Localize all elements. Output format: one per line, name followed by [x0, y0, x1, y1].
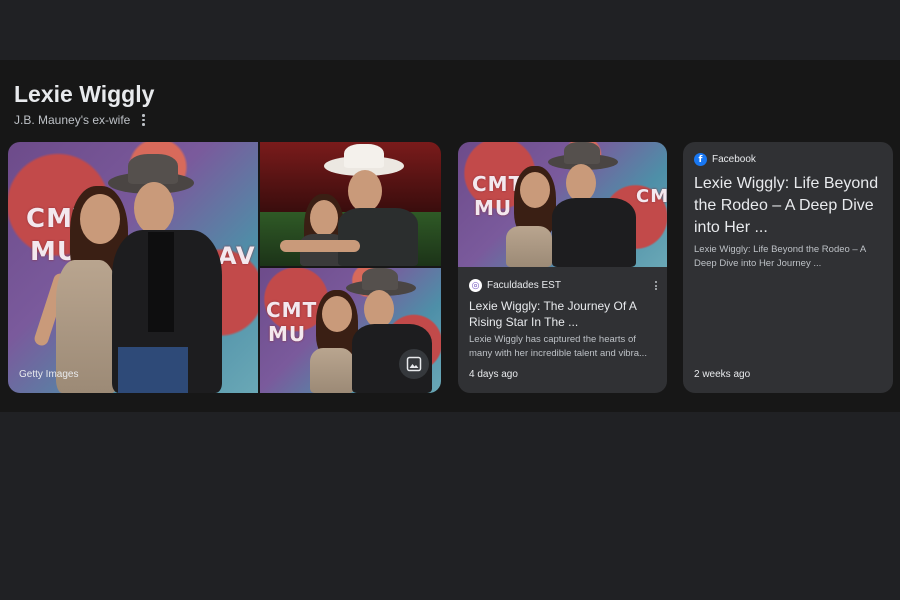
article-age: 2 weeks ago: [694, 369, 751, 380]
image-search-button[interactable]: [399, 349, 429, 379]
source-name: Faculdades EST: [487, 280, 561, 291]
article-title[interactable]: Lexie Wiggly: The Journey Of A Rising St…: [469, 298, 659, 330]
article-snippet: Lexie Wiggly: Life Beyond the Rodeo – A …: [694, 244, 866, 269]
wall-text: CMT: [636, 186, 667, 207]
image-gallery[interactable]: CMT MU AV Getty Images CMT MU: [8, 142, 441, 393]
article-age: 4 days ago: [469, 369, 518, 380]
gallery-image-rodeo[interactable]: [260, 142, 441, 266]
wall-text: MU: [268, 322, 307, 346]
image-icon: [406, 356, 422, 372]
image-credit: Getty Images: [19, 369, 79, 380]
entity-subtitle: J.B. Mauney's ex-wife: [14, 112, 131, 127]
article-thumbnail[interactable]: CMT MU CMT: [458, 142, 667, 267]
wall-text: CMT: [266, 298, 318, 322]
entity-subtitle-row: J.B. Mauney's ex-wife: [14, 112, 149, 128]
article-snippet: Lexie Wiggly has captured the hearts of …: [469, 334, 647, 359]
gallery-image-carpet[interactable]: CMT MU: [260, 268, 441, 393]
wall-text: AV: [218, 242, 256, 270]
top-bar: [0, 0, 900, 60]
article-card[interactable]: CMT MU CMT ◎ Faculdades EST Lexie Wiggly…: [458, 142, 667, 393]
faculdades-logo-icon: ◎: [469, 279, 482, 292]
article-source[interactable]: ◎ Faculdades EST: [469, 279, 657, 292]
article-card[interactable]: f Facebook Lexie Wiggly: Life Beyond the…: [683, 142, 893, 393]
article-title[interactable]: Lexie Wiggly: Life Beyond the Rodeo – A …: [694, 173, 886, 239]
wall-text: MU: [474, 196, 513, 220]
gallery-image-main[interactable]: CMT MU AV Getty Images: [8, 142, 258, 393]
more-options-icon[interactable]: [138, 112, 149, 128]
facebook-icon: f: [694, 153, 707, 166]
entity-title[interactable]: Lexie Wiggly: [14, 81, 154, 108]
more-options-icon[interactable]: [655, 281, 657, 290]
article-source[interactable]: f Facebook: [694, 153, 756, 166]
source-name: Facebook: [712, 154, 756, 165]
